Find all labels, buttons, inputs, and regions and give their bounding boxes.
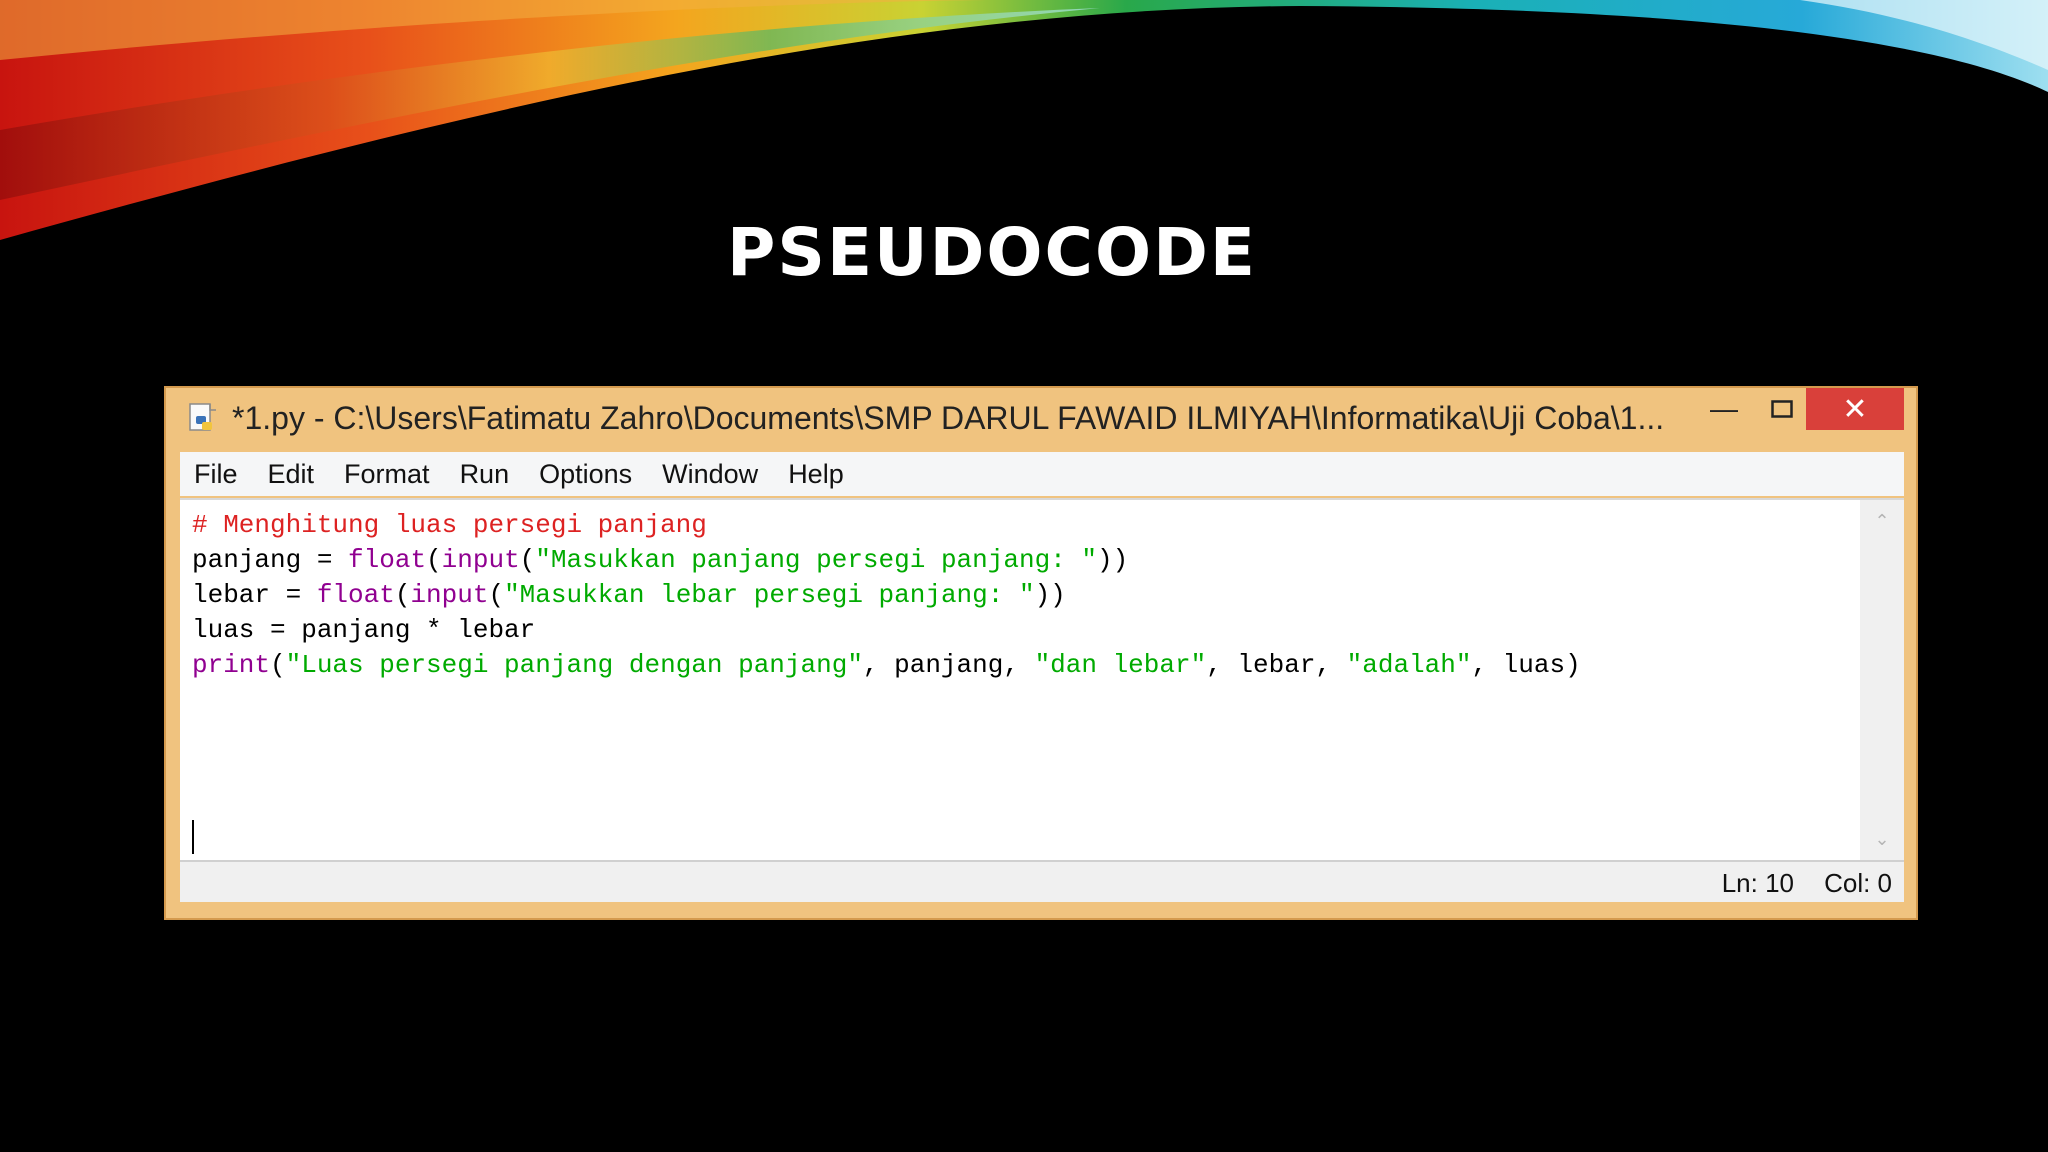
scroll-down-arrow-icon[interactable]: ⌄ bbox=[1860, 824, 1904, 854]
maximize-icon bbox=[1771, 400, 1793, 418]
close-button[interactable]: ✕ bbox=[1806, 388, 1904, 430]
code-token-plain: lebar = bbox=[192, 580, 317, 610]
menu-run[interactable]: Run bbox=[446, 459, 524, 490]
slide-title: PSEUDOCODE bbox=[727, 214, 1257, 291]
code-line: # Menghitung luas persegi panjang bbox=[192, 508, 1581, 543]
window-title: *1.py - C:\Users\Fatimatu Zahro\Document… bbox=[232, 400, 1665, 436]
idle-editor-window: *1.py - C:\Users\Fatimatu Zahro\Document… bbox=[164, 386, 1918, 920]
maximize-button[interactable] bbox=[1754, 388, 1810, 430]
menu-help[interactable]: Help bbox=[774, 459, 858, 490]
code-line: lebar = float(input("Masukkan lebar pers… bbox=[192, 578, 1581, 613]
menu-options[interactable]: Options bbox=[525, 459, 646, 490]
code-token-plain: , lebar, bbox=[1206, 650, 1347, 680]
code-token-plain: ( bbox=[394, 580, 411, 610]
menu-bar: File Edit Format Run Options Window Help bbox=[180, 452, 1904, 496]
code-token-plain: ( bbox=[426, 545, 442, 575]
code-token-plain: , panjang, bbox=[862, 650, 1035, 680]
minimize-button[interactable]: — bbox=[1696, 388, 1752, 430]
code-line: panjang = float(input("Masukkan panjang … bbox=[192, 543, 1581, 578]
code-token-plain: )) bbox=[1034, 580, 1066, 610]
code-token-builtin: input bbox=[441, 545, 520, 575]
line-number-status: Ln: 10 bbox=[1721, 868, 1794, 898]
code-token-builtin: float bbox=[348, 545, 427, 575]
code-token-string: "Luas persegi panjang dengan panjang" bbox=[285, 650, 863, 680]
code-token-string: "Masukkan panjang persegi panjang: " bbox=[535, 545, 1097, 575]
column-number-status: Col: 0 bbox=[1824, 868, 1892, 898]
code-token-string: "dan lebar" bbox=[1034, 650, 1207, 680]
code-line: luas = panjang * lebar bbox=[192, 613, 1581, 648]
menu-format[interactable]: Format bbox=[330, 459, 444, 490]
code-token-plain: , luas) bbox=[1471, 650, 1581, 680]
menu-file[interactable]: File bbox=[180, 459, 252, 490]
code-token-plain: ( bbox=[270, 650, 286, 680]
menu-edit[interactable]: Edit bbox=[254, 459, 329, 490]
scroll-up-arrow-icon[interactable]: ⌃ bbox=[1860, 506, 1904, 536]
minimize-icon: — bbox=[1710, 393, 1738, 424]
text-cursor bbox=[192, 820, 194, 854]
code-text: # Menghitung luas persegi panjang panjang… bbox=[192, 508, 1581, 683]
vertical-scrollbar[interactable]: ⌃ ⌄ bbox=[1860, 498, 1904, 860]
code-token-builtin: float bbox=[316, 580, 395, 610]
status-bar: Ln: 10 Col: 0 bbox=[180, 860, 1904, 902]
slide: PSEUDOCODE *1.py - C:\Users\Fatimatu Zah… bbox=[0, 0, 2048, 1152]
menu-window[interactable]: Window bbox=[648, 459, 772, 490]
code-editor[interactable]: # Menghitung luas persegi panjang panjang… bbox=[180, 498, 1860, 862]
code-token-comment: # Menghitung luas persegi panjang bbox=[192, 510, 707, 540]
code-token-string: "Masukkan lebar persegi panjang: " bbox=[504, 580, 1035, 610]
title-bar[interactable]: *1.py - C:\Users\Fatimatu Zahro\Document… bbox=[166, 388, 1916, 452]
python-file-icon bbox=[189, 403, 216, 431]
code-token-string: "adalah" bbox=[1346, 650, 1472, 680]
code-token-plain: luas = panjang * lebar bbox=[192, 615, 536, 645]
code-line: print("Luas persegi panjang dengan panja… bbox=[192, 648, 1581, 683]
code-token-plain: )) bbox=[1096, 545, 1129, 575]
code-token-plain: panjang = bbox=[192, 545, 349, 575]
close-icon: ✕ bbox=[1842, 392, 1868, 426]
code-token-plain: ( bbox=[488, 580, 505, 610]
code-token-builtin: print bbox=[192, 650, 271, 680]
code-token-plain: ( bbox=[519, 545, 536, 575]
code-token-builtin: input bbox=[410, 580, 489, 610]
